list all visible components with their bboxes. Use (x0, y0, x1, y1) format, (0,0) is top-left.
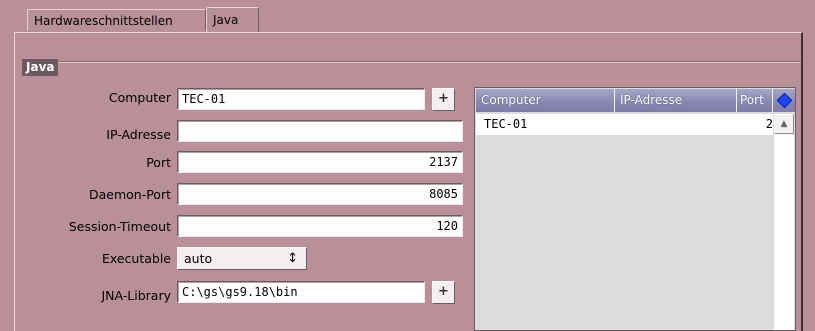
port-label: Port (146, 155, 171, 170)
jna-library-label: JNA-Library (101, 288, 171, 303)
executable-label: Executable (101, 251, 171, 266)
executable-value: auto (184, 251, 213, 266)
tab-java[interactable]: Java (206, 7, 259, 32)
arrow-up-icon[interactable]: ▲ (774, 114, 794, 134)
cell-computer: TEC-01 (484, 117, 528, 131)
add-computer-button[interactable]: + (432, 88, 455, 111)
computer-label: Computer (108, 90, 171, 105)
session-timeout-label: Session-Timeout (68, 219, 171, 234)
ip-address-field[interactable] (177, 120, 463, 142)
table-header: Computer IP-Adresse Port (476, 89, 795, 112)
diamond-icon (776, 92, 792, 109)
group-divider (24, 61, 801, 63)
column-header-ip[interactable]: IP-Adresse (615, 89, 737, 112)
column-chooser-button[interactable] (773, 89, 795, 112)
column-header-port[interactable]: Port (737, 89, 773, 112)
computer-field[interactable]: TEC-01 (177, 88, 425, 110)
port-field[interactable]: 2137 (177, 151, 463, 173)
vertical-scrollbar[interactable]: ▲ (774, 114, 794, 330)
group-title: Java (22, 59, 59, 76)
column-header-computer[interactable]: Computer (476, 89, 615, 112)
jna-library-field[interactable]: C:\gs\gs9.18\bin (177, 281, 425, 303)
tab-hardwareschnittstellen[interactable]: Hardwareschnittstellen (27, 9, 206, 31)
cell-port: 2 (765, 117, 773, 131)
add-jna-library-button[interactable]: + (432, 281, 455, 304)
table-row[interactable]: TEC-01 2 (476, 114, 773, 135)
computer-table: Computer IP-Adresse Port TEC-01 2 ▲ (474, 87, 796, 331)
daemon-port-field[interactable]: 8085 (177, 183, 463, 205)
ip-label: IP-Adresse (106, 127, 171, 142)
updown-arrows-icon: ↕ (287, 251, 298, 266)
daemon-port-label: Daemon-Port (88, 187, 171, 202)
executable-select[interactable]: auto ↕ (177, 247, 307, 270)
session-timeout-field[interactable]: 120 (177, 215, 463, 237)
